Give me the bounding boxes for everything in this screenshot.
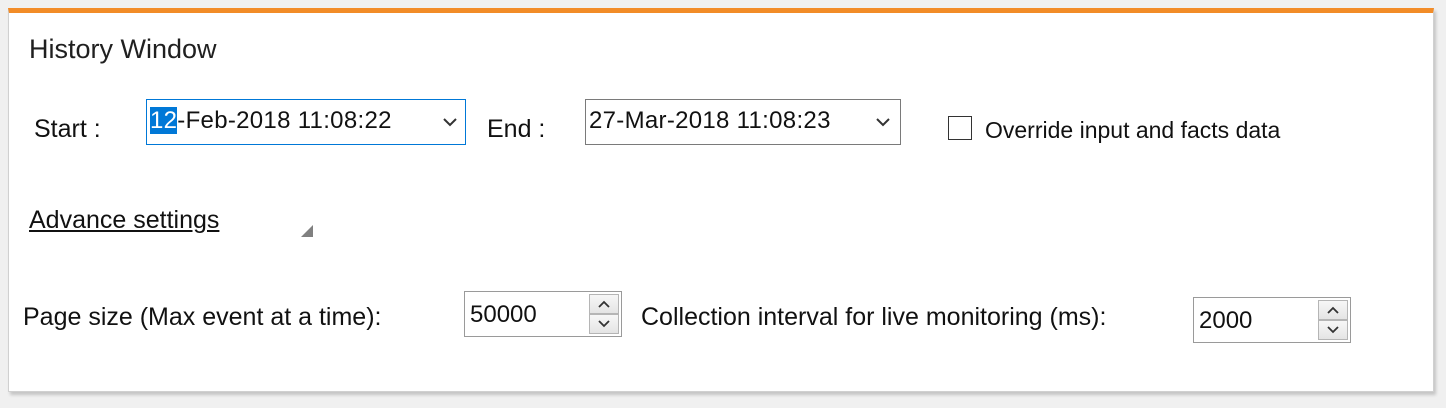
end-date-value[interactable]: 27-Mar-2018 11:08:23 <box>589 107 831 135</box>
start-date-value[interactable]: 12-Feb-2018 11:08:22 <box>150 107 392 135</box>
collection-interval-label: Collection interval for live monitoring … <box>641 303 1107 331</box>
override-checkbox[interactable] <box>948 116 972 140</box>
override-label[interactable]: Override input and facts data <box>985 117 1280 144</box>
start-date-selected-segment: 12 <box>150 107 178 134</box>
collection-interval-value[interactable]: 2000 <box>1199 307 1252 335</box>
collection-interval-decrement-button[interactable] <box>1318 320 1348 340</box>
end-label: End : <box>487 115 546 143</box>
collection-interval-increment-button[interactable] <box>1318 300 1348 320</box>
end-date-picker[interactable]: 27-Mar-2018 11:08:23 <box>585 99 901 145</box>
page-size-increment-button[interactable] <box>589 294 619 314</box>
arrow-up-icon <box>1327 306 1339 314</box>
start-label: Start : <box>34 115 101 143</box>
start-date-remainder: -Feb-2018 11:08:22 <box>177 107 392 134</box>
page-size-value[interactable]: 50000 <box>470 301 537 329</box>
triangle-expander-icon[interactable] <box>301 225 313 237</box>
arrow-down-icon <box>598 320 610 328</box>
arrow-up-icon <box>598 300 610 308</box>
chevron-down-icon[interactable] <box>442 114 458 130</box>
advance-settings-link[interactable]: Advance settings <box>29 206 219 235</box>
collection-interval-spin-buttons <box>1318 300 1348 340</box>
page-size-spin-buttons <box>589 294 619 334</box>
collection-interval-stepper[interactable]: 2000 <box>1193 297 1351 343</box>
chevron-down-icon[interactable] <box>875 114 891 130</box>
page-size-decrement-button[interactable] <box>589 314 619 334</box>
history-window-panel: History Window Start : 12-Feb-2018 11:08… <box>8 8 1434 392</box>
page-size-stepper[interactable]: 50000 <box>464 291 622 337</box>
start-date-picker[interactable]: 12-Feb-2018 11:08:22 <box>146 99 466 145</box>
arrow-down-icon <box>1327 326 1339 334</box>
window-title: History Window <box>29 34 217 64</box>
page-size-label: Page size (Max event at a time): <box>23 303 382 331</box>
